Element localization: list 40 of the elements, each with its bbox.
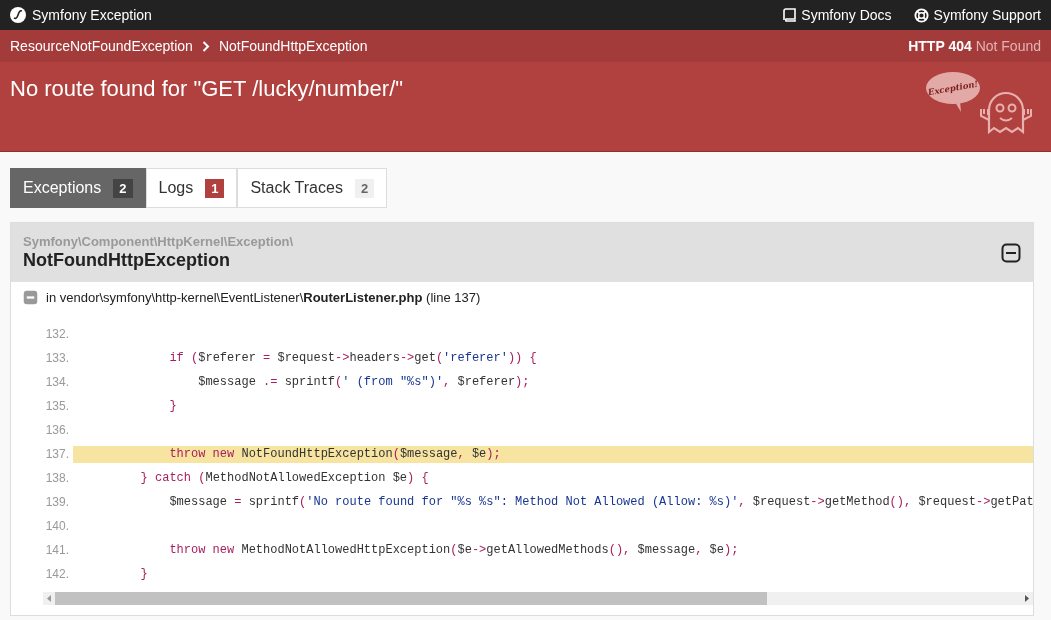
tab[interactable]: Exceptions 2 (10, 168, 146, 208)
tab[interactable]: Stack Traces 2 (237, 168, 388, 208)
line-number: 141. (44, 543, 70, 557)
code-line: } (168, 397, 178, 415)
header-link[interactable]: Symfony Docs (783, 7, 892, 23)
line-number: 139. (44, 495, 70, 509)
code-line: $message .= sprintf(' (from "%s")', $referer); (197, 373, 531, 391)
exception-class: NotFoundHttpException (23, 250, 231, 271)
collapse-icon[interactable] (1001, 242, 1021, 263)
count-badge: 2 (354, 178, 375, 198)
breadcrumb-item: NotFoundHttpException (218, 38, 368, 54)
breadcrumb-item: ResourceNotFoundException (10, 38, 193, 54)
tab[interactable]: Logs 1 (145, 168, 238, 208)
trace-location: in vendor\symfony\http-kernel\EventListener\RouterListener.php (line 137) (46, 290, 481, 305)
code-line: $message = sprintf('No route found for "%s %s": Method Not Allowed (Allow: %s)', $request->getMethod(), $request->getPat (168, 493, 1034, 511)
horizontal-scrollbar[interactable] (43, 592, 1033, 605)
line-number: 140. (44, 519, 70, 533)
book-icon (783, 8, 797, 22)
line-number: 132. (44, 327, 70, 341)
app-title: Symfony Exception (32, 7, 152, 23)
line-number: 135. (44, 399, 70, 413)
code-line: throw new MethodNotAllowedHttpException($e->getAllowedMethods(), $message, $e); (168, 541, 740, 559)
line-number: 138. (44, 471, 70, 485)
code-line: if ($referer = $request->headers->get('referer')) { (168, 349, 538, 367)
exception-namespace: Symfony\Component\HttpKernel\Exception\ (23, 234, 294, 249)
exception-message: No route found for "GET /lucky/number/" (10, 76, 404, 103)
line-number: 134. (44, 375, 70, 389)
header-link[interactable]: Symfony Support (913, 7, 1041, 23)
http-status: HTTP 404 Not Found (908, 38, 1041, 54)
logo-icon (10, 7, 26, 23)
chevron-icon (201, 40, 210, 52)
line-number: 137. (44, 447, 70, 461)
code-line: } catch (MethodNotAllowedException $e) { (139, 469, 430, 487)
line-number: 142. (44, 567, 70, 581)
line-number: 133. (44, 351, 70, 365)
line-number: 136. (44, 423, 70, 437)
lifebuoy-icon (913, 7, 929, 23)
count-badge: 1 (205, 178, 225, 198)
code-line: } (139, 565, 149, 583)
count-badge: 2 (113, 178, 133, 198)
